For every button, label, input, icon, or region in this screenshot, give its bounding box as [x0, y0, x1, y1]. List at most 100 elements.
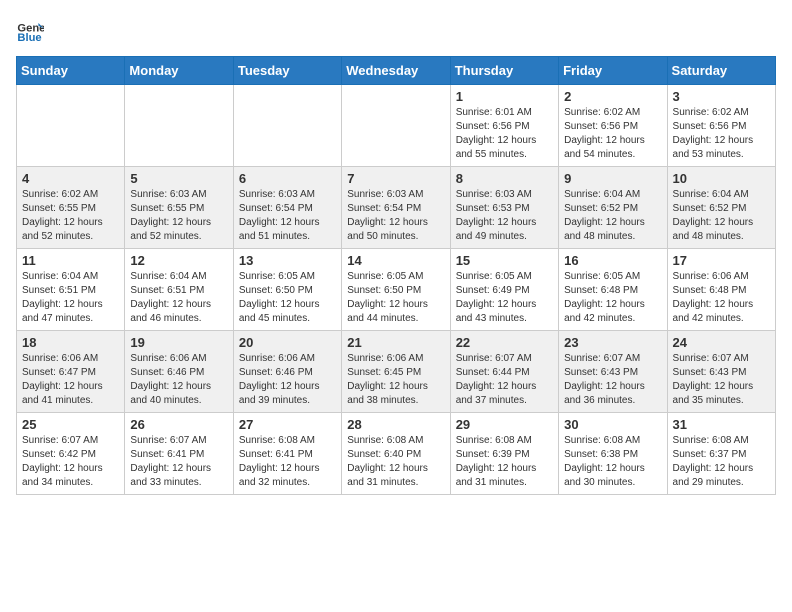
day-info: Sunrise: 6:04 AM Sunset: 6:52 PM Dayligh…	[564, 188, 661, 244]
day-info: Sunrise: 6:07 AM Sunset: 6:44 PM Dayligh…	[456, 352, 553, 408]
week-row-2: 4 Sunrise: 6:02 AM Sunset: 6:55 PM Daylig…	[17, 167, 776, 249]
day-number: 22	[456, 335, 553, 350]
day-number: 7	[347, 171, 444, 186]
calendar-cell: 9 Sunrise: 6:04 AM Sunset: 6:52 PM Daylig…	[559, 167, 667, 249]
day-number: 3	[673, 89, 770, 104]
calendar-cell: 27Sunrise: 6:08 AM Sunset: 6:41 PM Dayli…	[233, 413, 341, 495]
calendar-cell: 29 Sunrise: 6:08 AM Sunset: 6:39 PM Dayli…	[450, 413, 558, 495]
calendar-cell: 15 Sunrise: 6:05 AM Sunset: 6:49 PM Dayli…	[450, 249, 558, 331]
day-number: 21	[347, 335, 444, 350]
calendar-cell	[125, 85, 233, 167]
week-row-5: 25 Sunrise: 6:07 AM Sunset: 6:42 PM Dayli…	[17, 413, 776, 495]
day-info: Sunrise: 6:03 AM Sunset: 6:53 PM Dayligh…	[456, 188, 553, 244]
calendar-cell: 6 Sunrise: 6:03 AM Sunset: 6:54 PM Daylig…	[233, 167, 341, 249]
calendar-cell	[233, 85, 341, 167]
day-number: 31	[673, 417, 770, 432]
day-info: Sunrise: 6:02 AM Sunset: 6:55 PM Dayligh…	[22, 188, 119, 244]
day-info: Sunrise: 6:03 AM Sunset: 6:54 PM Dayligh…	[239, 188, 336, 244]
day-info: Sunrise: 6:05 AM Sunset: 6:50 PM Dayligh…	[239, 270, 336, 326]
day-info: Sunrise: 6:05 AM Sunset: 6:50 PM Dayligh…	[347, 270, 444, 326]
calendar-cell: 18 Sunrise: 6:06 AM Sunset: 6:47 PM Dayli…	[17, 331, 125, 413]
calendar-cell: 7 Sunrise: 6:03 AM Sunset: 6:54 PM Daylig…	[342, 167, 450, 249]
day-number: 26	[130, 417, 227, 432]
calendar-cell: 25 Sunrise: 6:07 AM Sunset: 6:42 PM Dayli…	[17, 413, 125, 495]
day-info: Sunrise: 6:08 AM Sunset: 6:37 PM Dayligh…	[673, 434, 770, 490]
day-info: Sunrise: 6:06 AM Sunset: 6:46 PM Dayligh…	[130, 352, 227, 408]
day-info: Sunrise: 6:08 AM Sunset: 6:39 PM Dayligh…	[456, 434, 553, 490]
day-info: Sunrise: 6:03 AM Sunset: 6:54 PM Dayligh…	[347, 188, 444, 244]
day-number: 28	[347, 417, 444, 432]
weekday-header-wednesday: Wednesday	[342, 57, 450, 85]
calendar-cell: 1 Sunrise: 6:01 AM Sunset: 6:56 PM Daylig…	[450, 85, 558, 167]
day-info: Sunrise: 6:07 AM Sunset: 6:41 PM Dayligh…	[130, 434, 227, 490]
logo-icon: General Blue	[16, 16, 44, 44]
weekday-header-tuesday: Tuesday	[233, 57, 341, 85]
day-number: 1	[456, 89, 553, 104]
day-info: Sunrise: 6:05 AM Sunset: 6:48 PM Dayligh…	[564, 270, 661, 326]
day-number: 19	[130, 335, 227, 350]
calendar-cell: 10 Sunrise: 6:04 AM Sunset: 6:52 PM Dayli…	[667, 167, 775, 249]
calendar-cell: 26 Sunrise: 6:07 AM Sunset: 6:41 PM Dayli…	[125, 413, 233, 495]
day-info: Sunrise: 6:08 AM Sunset: 6:40 PM Dayligh…	[347, 434, 444, 490]
day-info: Sunrise: 6:02 AM Sunset: 6:56 PM Dayligh…	[564, 106, 661, 162]
day-number: 17	[673, 253, 770, 268]
day-info: Sunrise: 6:04 AM Sunset: 6:51 PM Dayligh…	[130, 270, 227, 326]
calendar-cell: 17 Sunrise: 6:06 AM Sunset: 6:48 PM Dayli…	[667, 249, 775, 331]
day-info: Sunrise: 6:06 AM Sunset: 6:45 PM Dayligh…	[347, 352, 444, 408]
day-info: Sunrise: 6:08 AM Sunset: 6:41 PM Dayligh…	[239, 434, 336, 490]
weekday-header-friday: Friday	[559, 57, 667, 85]
day-number: 18	[22, 335, 119, 350]
calendar-cell	[342, 85, 450, 167]
day-number: 10	[673, 171, 770, 186]
day-info: Sunrise: 6:01 AM Sunset: 6:56 PM Dayligh…	[456, 106, 553, 162]
day-number: 4	[22, 171, 119, 186]
week-row-3: 11Sunrise: 6:04 AM Sunset: 6:51 PM Dayli…	[17, 249, 776, 331]
calendar-cell: 24 Sunrise: 6:07 AM Sunset: 6:43 PM Dayli…	[667, 331, 775, 413]
day-info: Sunrise: 6:07 AM Sunset: 6:42 PM Dayligh…	[22, 434, 119, 490]
day-number: 16	[564, 253, 661, 268]
day-info: Sunrise: 6:07 AM Sunset: 6:43 PM Dayligh…	[564, 352, 661, 408]
calendar-cell: 14 Sunrise: 6:05 AM Sunset: 6:50 PM Dayli…	[342, 249, 450, 331]
calendar-cell: 28 Sunrise: 6:08 AM Sunset: 6:40 PM Dayli…	[342, 413, 450, 495]
day-info: Sunrise: 6:07 AM Sunset: 6:43 PM Dayligh…	[673, 352, 770, 408]
calendar-cell: 3Sunrise: 6:02 AM Sunset: 6:56 PM Daylig…	[667, 85, 775, 167]
day-number: 20	[239, 335, 336, 350]
svg-text:Blue: Blue	[17, 32, 41, 44]
calendar-table: SundayMondayTuesdayWednesdayThursdayFrid…	[16, 56, 776, 495]
calendar-cell: 22 Sunrise: 6:07 AM Sunset: 6:44 PM Dayli…	[450, 331, 558, 413]
page-header: General Blue	[16, 16, 776, 44]
day-number: 30	[564, 417, 661, 432]
calendar-cell: 13 Sunrise: 6:05 AM Sunset: 6:50 PM Dayli…	[233, 249, 341, 331]
calendar-cell: 11Sunrise: 6:04 AM Sunset: 6:51 PM Dayli…	[17, 249, 125, 331]
day-number: 13	[239, 253, 336, 268]
day-number: 9	[564, 171, 661, 186]
day-info: Sunrise: 6:06 AM Sunset: 6:48 PM Dayligh…	[673, 270, 770, 326]
day-info: Sunrise: 6:03 AM Sunset: 6:55 PM Dayligh…	[130, 188, 227, 244]
week-row-1: 1 Sunrise: 6:01 AM Sunset: 6:56 PM Daylig…	[17, 85, 776, 167]
calendar-cell: 5 Sunrise: 6:03 AM Sunset: 6:55 PM Daylig…	[125, 167, 233, 249]
day-info: Sunrise: 6:05 AM Sunset: 6:49 PM Dayligh…	[456, 270, 553, 326]
calendar-cell: 8Sunrise: 6:03 AM Sunset: 6:53 PM Daylig…	[450, 167, 558, 249]
week-row-4: 18 Sunrise: 6:06 AM Sunset: 6:47 PM Dayli…	[17, 331, 776, 413]
weekday-header-saturday: Saturday	[667, 57, 775, 85]
day-number: 14	[347, 253, 444, 268]
day-number: 15	[456, 253, 553, 268]
day-info: Sunrise: 6:06 AM Sunset: 6:47 PM Dayligh…	[22, 352, 119, 408]
calendar-cell: 2 Sunrise: 6:02 AM Sunset: 6:56 PM Daylig…	[559, 85, 667, 167]
weekday-header-monday: Monday	[125, 57, 233, 85]
day-number: 5	[130, 171, 227, 186]
weekday-header-thursday: Thursday	[450, 57, 558, 85]
calendar-cell: 31 Sunrise: 6:08 AM Sunset: 6:37 PM Dayli…	[667, 413, 775, 495]
day-number: 25	[22, 417, 119, 432]
day-number: 6	[239, 171, 336, 186]
day-info: Sunrise: 6:04 AM Sunset: 6:51 PM Dayligh…	[22, 270, 119, 326]
calendar-cell: 23Sunrise: 6:07 AM Sunset: 6:43 PM Dayli…	[559, 331, 667, 413]
logo: General Blue	[16, 16, 48, 44]
day-number: 29	[456, 417, 553, 432]
day-number: 2	[564, 89, 661, 104]
day-number: 24	[673, 335, 770, 350]
calendar-cell: 4 Sunrise: 6:02 AM Sunset: 6:55 PM Daylig…	[17, 167, 125, 249]
day-info: Sunrise: 6:04 AM Sunset: 6:52 PM Dayligh…	[673, 188, 770, 244]
calendar-cell: 21 Sunrise: 6:06 AM Sunset: 6:45 PM Dayli…	[342, 331, 450, 413]
weekday-header-row: SundayMondayTuesdayWednesdayThursdayFrid…	[17, 57, 776, 85]
